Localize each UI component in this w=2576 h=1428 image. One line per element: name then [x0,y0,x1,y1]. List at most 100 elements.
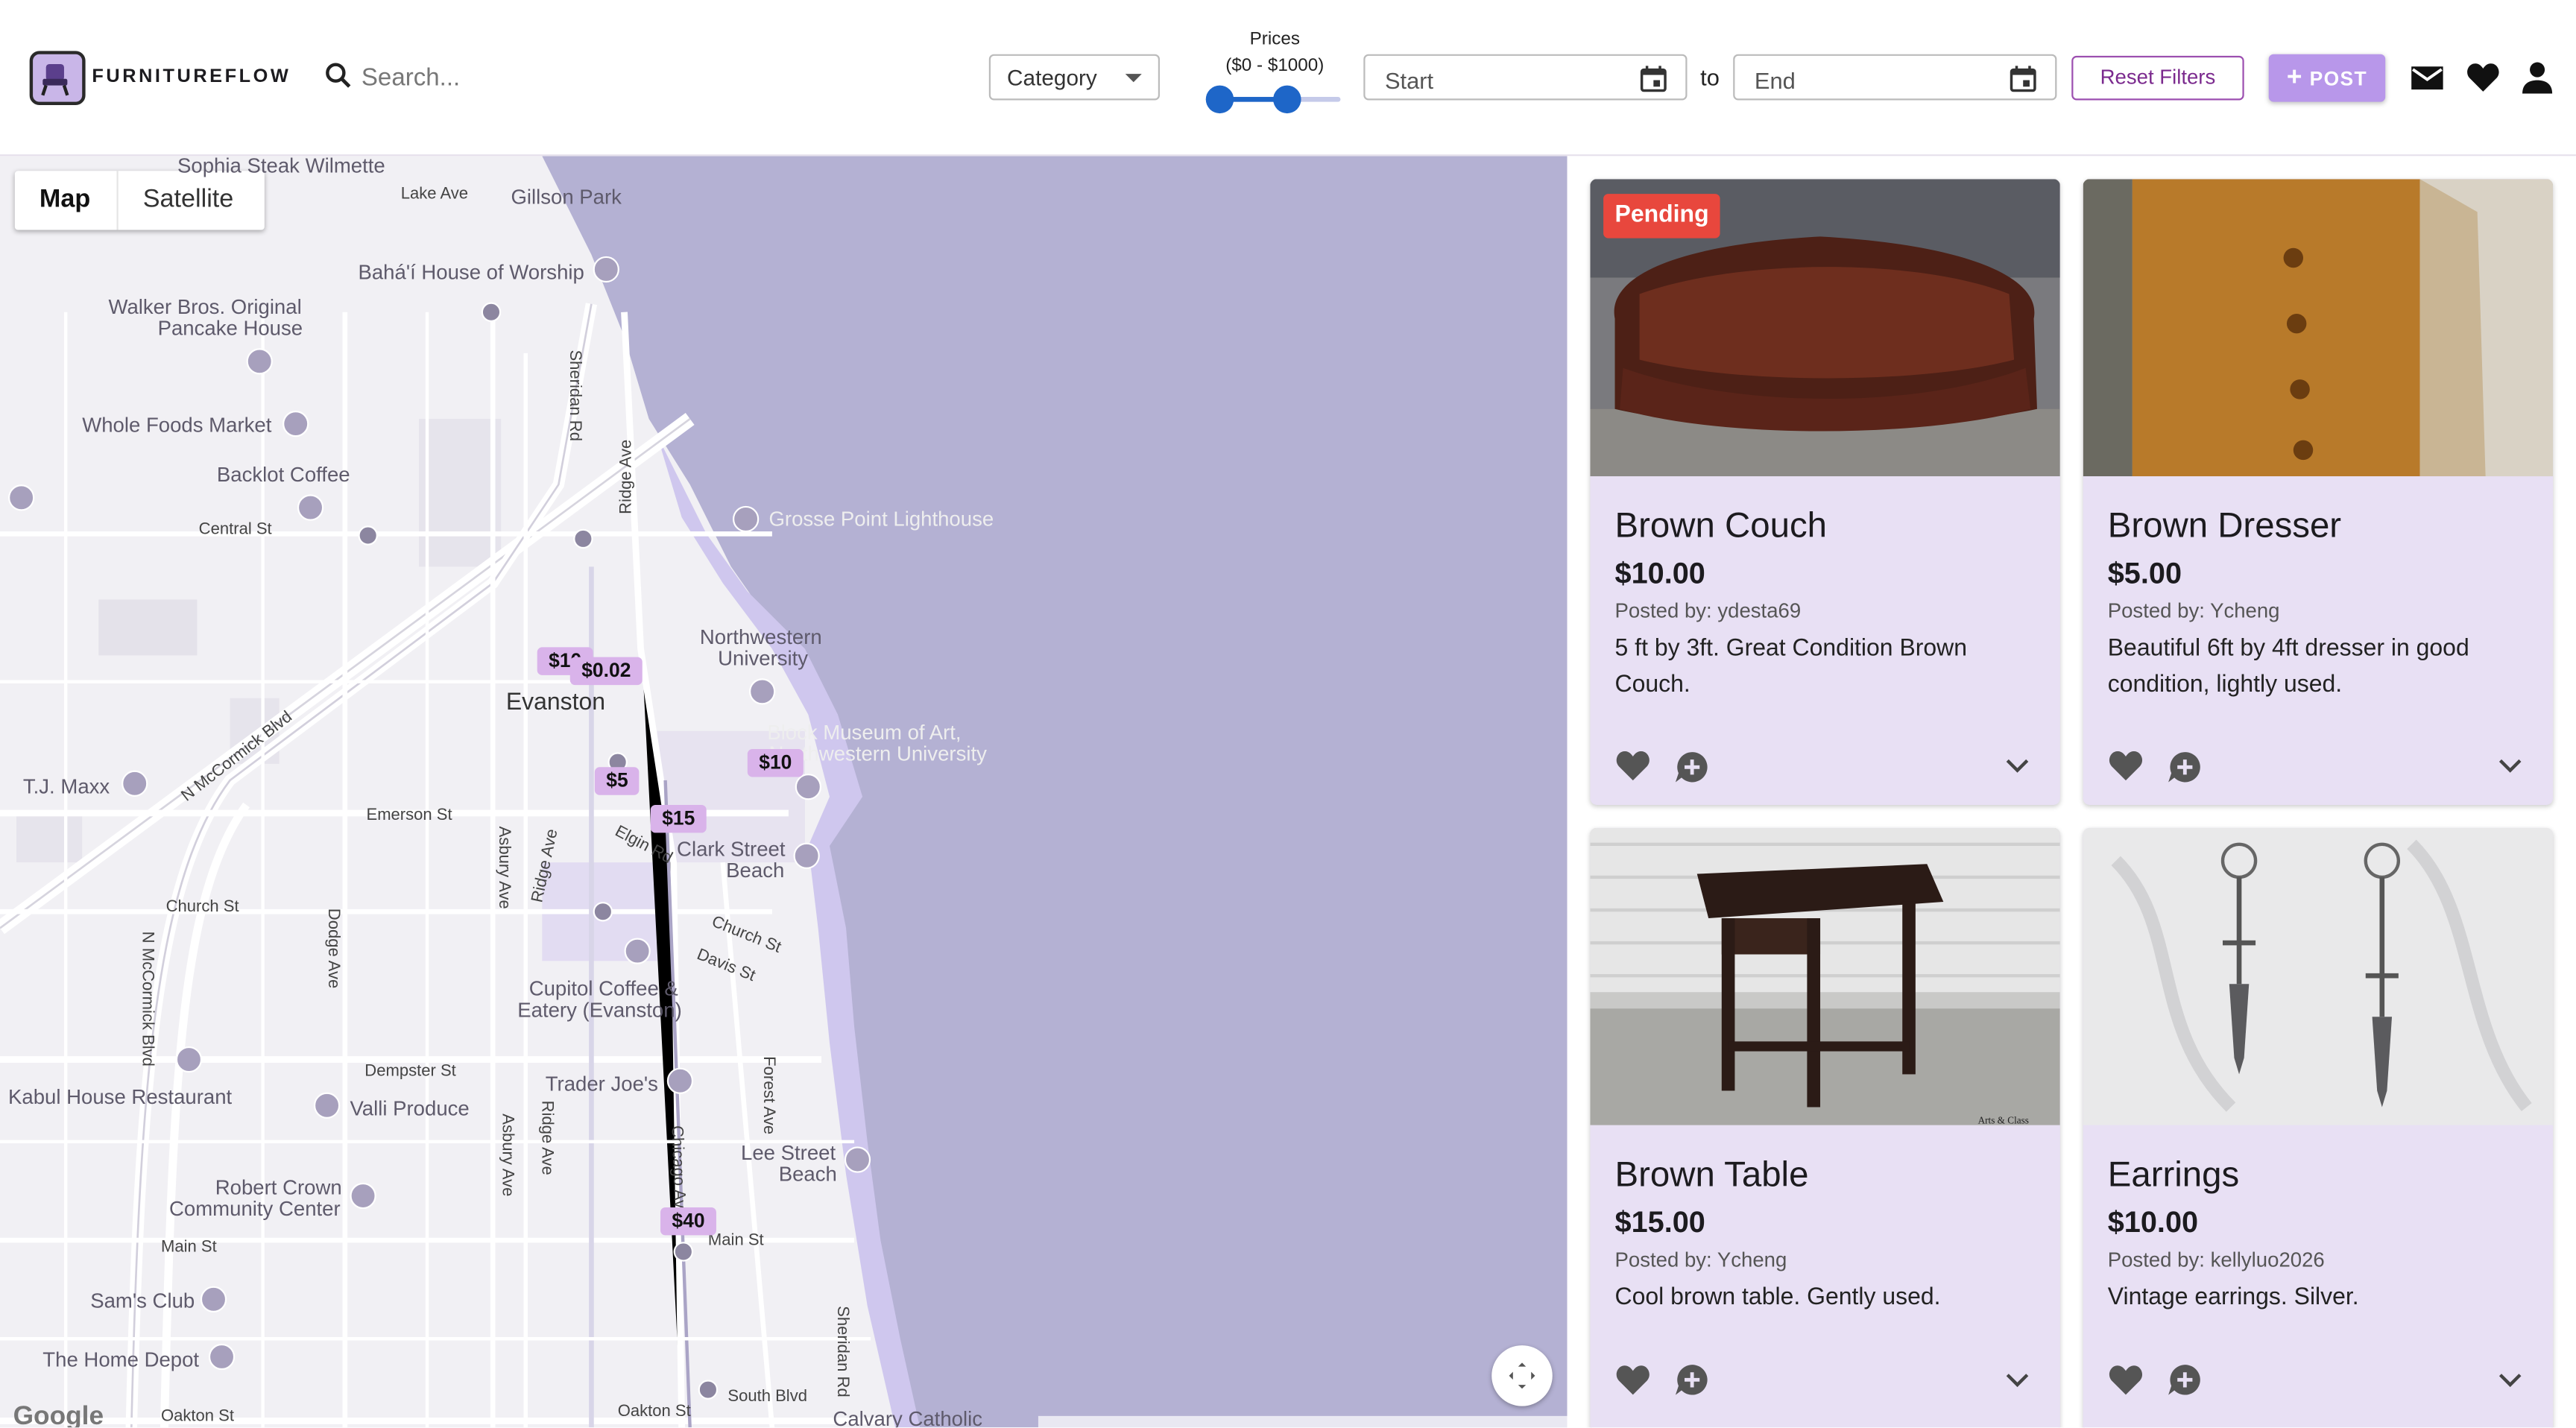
listing-poster: Posted by: Ycheng [1614,1248,1787,1271]
cafe-pin-icon[interactable] [297,494,324,521]
chair-icon [41,63,69,96]
price-filter-label: Prices ($0 - $1000) [1206,26,1344,79]
shopping-pin-icon[interactable] [200,1286,227,1312]
listing-card[interactable]: Arts & Class Brown Table $15.00 Posted b… [1590,827,2060,1428]
map-label: Asbury Ave [494,826,513,909]
listing-price-marker[interactable]: $10 [747,749,804,777]
listing-card[interactable]: Brown Dresser $5.00 Posted by: Ycheng Be… [2083,179,2554,805]
start-date-field[interactable]: Start [1363,54,1688,101]
favorite-heart-icon[interactable] [1615,1363,1651,1396]
map-label: Church St [165,898,239,917]
listing-price-marker[interactable]: $5 [594,767,640,795]
price-max-handle[interactable] [1272,85,1301,114]
map-label: Community Center [169,1197,341,1221]
dresser-photo [2083,179,2554,477]
listing-card[interactable]: Pending Brown Couch $10.00 Posted by: yd… [1590,179,2060,805]
transit-station-icon[interactable] [593,901,613,922]
map-label: Trader Joe's [545,1072,658,1096]
listing-photo[interactable] [2083,827,2554,1125]
beach-pin-icon[interactable] [793,842,820,869]
grocery-pin-icon[interactable] [666,1067,694,1094]
add-comment-icon[interactable] [2167,1362,2203,1397]
map-label: Oakton St [160,1407,235,1427]
listing-price-marker[interactable]: $40 [660,1207,717,1236]
listing-photo[interactable]: Arts & Class [1590,827,2060,1125]
furnitureflow-logo[interactable] [29,51,86,106]
cafe-pin-icon[interactable] [8,484,35,511]
listing-card[interactable]: Earrings $10.00 Posted by: kellyluo2026 … [2083,827,2554,1428]
listing-poster: Posted by: ydesta69 [1614,599,1802,623]
map-label: South Blvd [727,1388,807,1406]
map-label: Ridge Ave [537,1100,555,1175]
restaurant-pin-icon[interactable] [246,348,273,375]
expand-chevron-icon[interactable] [2004,1370,2030,1389]
expand-chevron-icon[interactable] [2497,756,2523,775]
shopping-pin-icon[interactable] [282,411,309,437]
map-label: Main St [160,1238,217,1257]
add-comment-icon[interactable] [1674,1362,1710,1397]
map-label: Sophia Steak Wilmette [177,156,385,178]
community-center-pin-icon[interactable] [350,1182,376,1210]
map-label: Backlot Coffee [216,463,350,487]
mail-icon[interactable] [2410,64,2444,92]
google-logo: Google [13,1403,104,1428]
map-label: Kabul House Restaurant [8,1085,233,1109]
calendar-icon[interactable] [1638,63,1669,95]
earrings-photo [2083,827,2554,1125]
post-button[interactable]: + POST [2268,54,2386,102]
university-pin-icon[interactable] [749,678,776,705]
restaurant-pin-icon[interactable] [175,1046,203,1073]
grocery-pin-icon[interactable] [313,1092,341,1119]
map-label: Robert Crown [215,1176,342,1199]
map-label: Sam's Club [90,1289,195,1312]
shopping-pin-icon[interactable] [121,770,148,797]
end-date-field[interactable]: End [1733,54,2057,101]
map-fullscreen-button[interactable] [1491,1345,1553,1406]
reset-filters-button[interactable]: Reset Filters [2071,55,2244,101]
favorite-heart-icon[interactable] [1615,749,1651,782]
listing-photo[interactable] [2083,179,2554,477]
map-label: Emerson St [366,806,452,825]
transit-station-icon[interactable] [698,1380,719,1400]
listing-price-marker[interactable]: $15 [650,804,707,833]
category-select[interactable]: Category [988,54,1161,101]
map-type-satellite[interactable]: Satellite [143,186,234,215]
transit-station-icon[interactable] [358,525,378,546]
map-type-divider [116,171,119,230]
map-attribution[interactable] [1038,1415,1568,1428]
lighthouse-pin-icon[interactable] [732,505,760,533]
map-canvas[interactable] [0,156,1568,1428]
start-date-placeholder: Start [1384,67,1434,94]
add-comment-icon[interactable] [2167,749,2203,785]
worship-pin-icon[interactable] [593,256,619,283]
add-comment-icon[interactable] [1674,749,1710,785]
map-panel[interactable]: Map Satellite Sophia Steak Wilmette Lake… [0,156,1568,1428]
price-min-handle[interactable] [1205,85,1234,114]
transit-station-icon[interactable] [673,1242,694,1262]
favorite-heart-icon[interactable] [2108,749,2144,782]
heart-icon[interactable] [2466,61,2500,94]
search-icon [326,63,351,88]
map-label: Beach [778,1163,837,1187]
map-label-city: Evanston [505,689,606,716]
account-icon[interactable] [2522,61,2553,94]
map-type-map[interactable]: Map [40,186,90,215]
transit-station-icon[interactable] [481,302,502,322]
transit-station-icon[interactable] [573,528,593,549]
expand-chevron-icon[interactable] [2004,756,2030,775]
listing-photo[interactable]: Pending [1590,179,2060,477]
map-label: Calvary Catholic [833,1407,983,1428]
listing-poster: Posted by: Ycheng [2107,599,2280,623]
brand-name[interactable]: FURNITUREFLOW [92,67,291,86]
calendar-icon[interactable] [2007,63,2039,95]
search-input[interactable] [361,55,921,99]
shopping-pin-icon[interactable] [208,1343,236,1371]
expand-chevron-icon[interactable] [2497,1370,2523,1389]
app-header: FURNITUREFLOW Category Prices ($0 - $100… [0,0,2576,157]
category-label: Category [1007,66,1097,91]
listing-price-marker[interactable]: $0.02 [569,657,643,686]
beach-pin-icon[interactable] [844,1146,871,1173]
museum-pin-icon[interactable] [795,774,821,800]
favorite-heart-icon[interactable] [2108,1363,2144,1396]
cafe-pin-icon[interactable] [624,938,651,964]
